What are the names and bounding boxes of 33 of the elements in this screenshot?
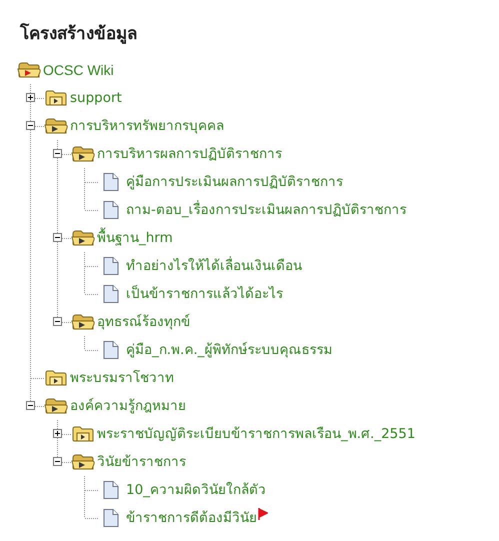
- tree-item-link[interactable]: พระราชบัญญัติระเบียบข้าราชการพลเรือน_พ.ศ._2551: [97, 424, 416, 444]
- tree-item-link[interactable]: ถาม-ตอบ_เรื่องการประเมินผลการปฏิบัติราชการ: [126, 200, 407, 220]
- tree-item-link[interactable]: support: [70, 88, 122, 108]
- tree-item-link[interactable]: ทำอย่างไรให้ได้เลื่อนเงินเดือน: [126, 256, 302, 276]
- tree-item-link[interactable]: ข้าราชการดีต้องมีวินัย: [126, 508, 257, 528]
- document-icon: [102, 172, 120, 192]
- document-icon: [102, 284, 120, 304]
- toggle-icon[interactable]: [26, 401, 35, 410]
- toggle-icon[interactable]: [53, 233, 62, 242]
- tree-item-link[interactable]: องค์ความรู้กฎหมาย: [70, 396, 186, 416]
- tree-item-link[interactable]: 10_ความผิดวินัยใกล้ตัว: [126, 480, 266, 500]
- tree-item-link[interactable]: คู่มือ_ก.พ.ค._ผู้พิทักษ์ระบบคุณธรรม: [126, 340, 332, 360]
- document-icon: [102, 340, 120, 360]
- tree-item-link[interactable]: เป็นข้าราชการแล้วได้อะไร: [126, 284, 283, 304]
- page-title: โครงสร้างข้อมูล: [20, 22, 138, 46]
- toggle-icon[interactable]: [53, 457, 62, 466]
- tree-item-link[interactable]: การบริหารทรัพยากรบุคคล: [70, 116, 224, 136]
- toggle-icon[interactable]: [53, 429, 62, 438]
- tree-item-link[interactable]: พื้นฐาน_hrm: [97, 228, 173, 248]
- toggle-icon[interactable]: [26, 93, 35, 102]
- toggle-icon[interactable]: [53, 149, 62, 158]
- tree-item-link[interactable]: พระบรมราโชวาท: [70, 368, 174, 388]
- tree-item-link[interactable]: OCSC Wiki: [43, 60, 114, 80]
- tree-item-link[interactable]: การบริหารผลการปฏิบัติราชการ: [97, 144, 282, 164]
- toggle-icon[interactable]: [53, 317, 62, 326]
- tree-item-link[interactable]: คู่มือการประเมินผลการปฏิบัติราชการ: [126, 172, 343, 192]
- tree-item-link[interactable]: วินัยข้าราชการ: [97, 452, 186, 472]
- document-icon: [102, 508, 120, 528]
- document-icon: [102, 256, 120, 276]
- toggle-icon[interactable]: [26, 121, 35, 130]
- document-icon: [102, 200, 120, 220]
- document-icon: [102, 480, 120, 500]
- tree-item-link[interactable]: อุทธรณ์ร้องทุกข์: [97, 312, 190, 332]
